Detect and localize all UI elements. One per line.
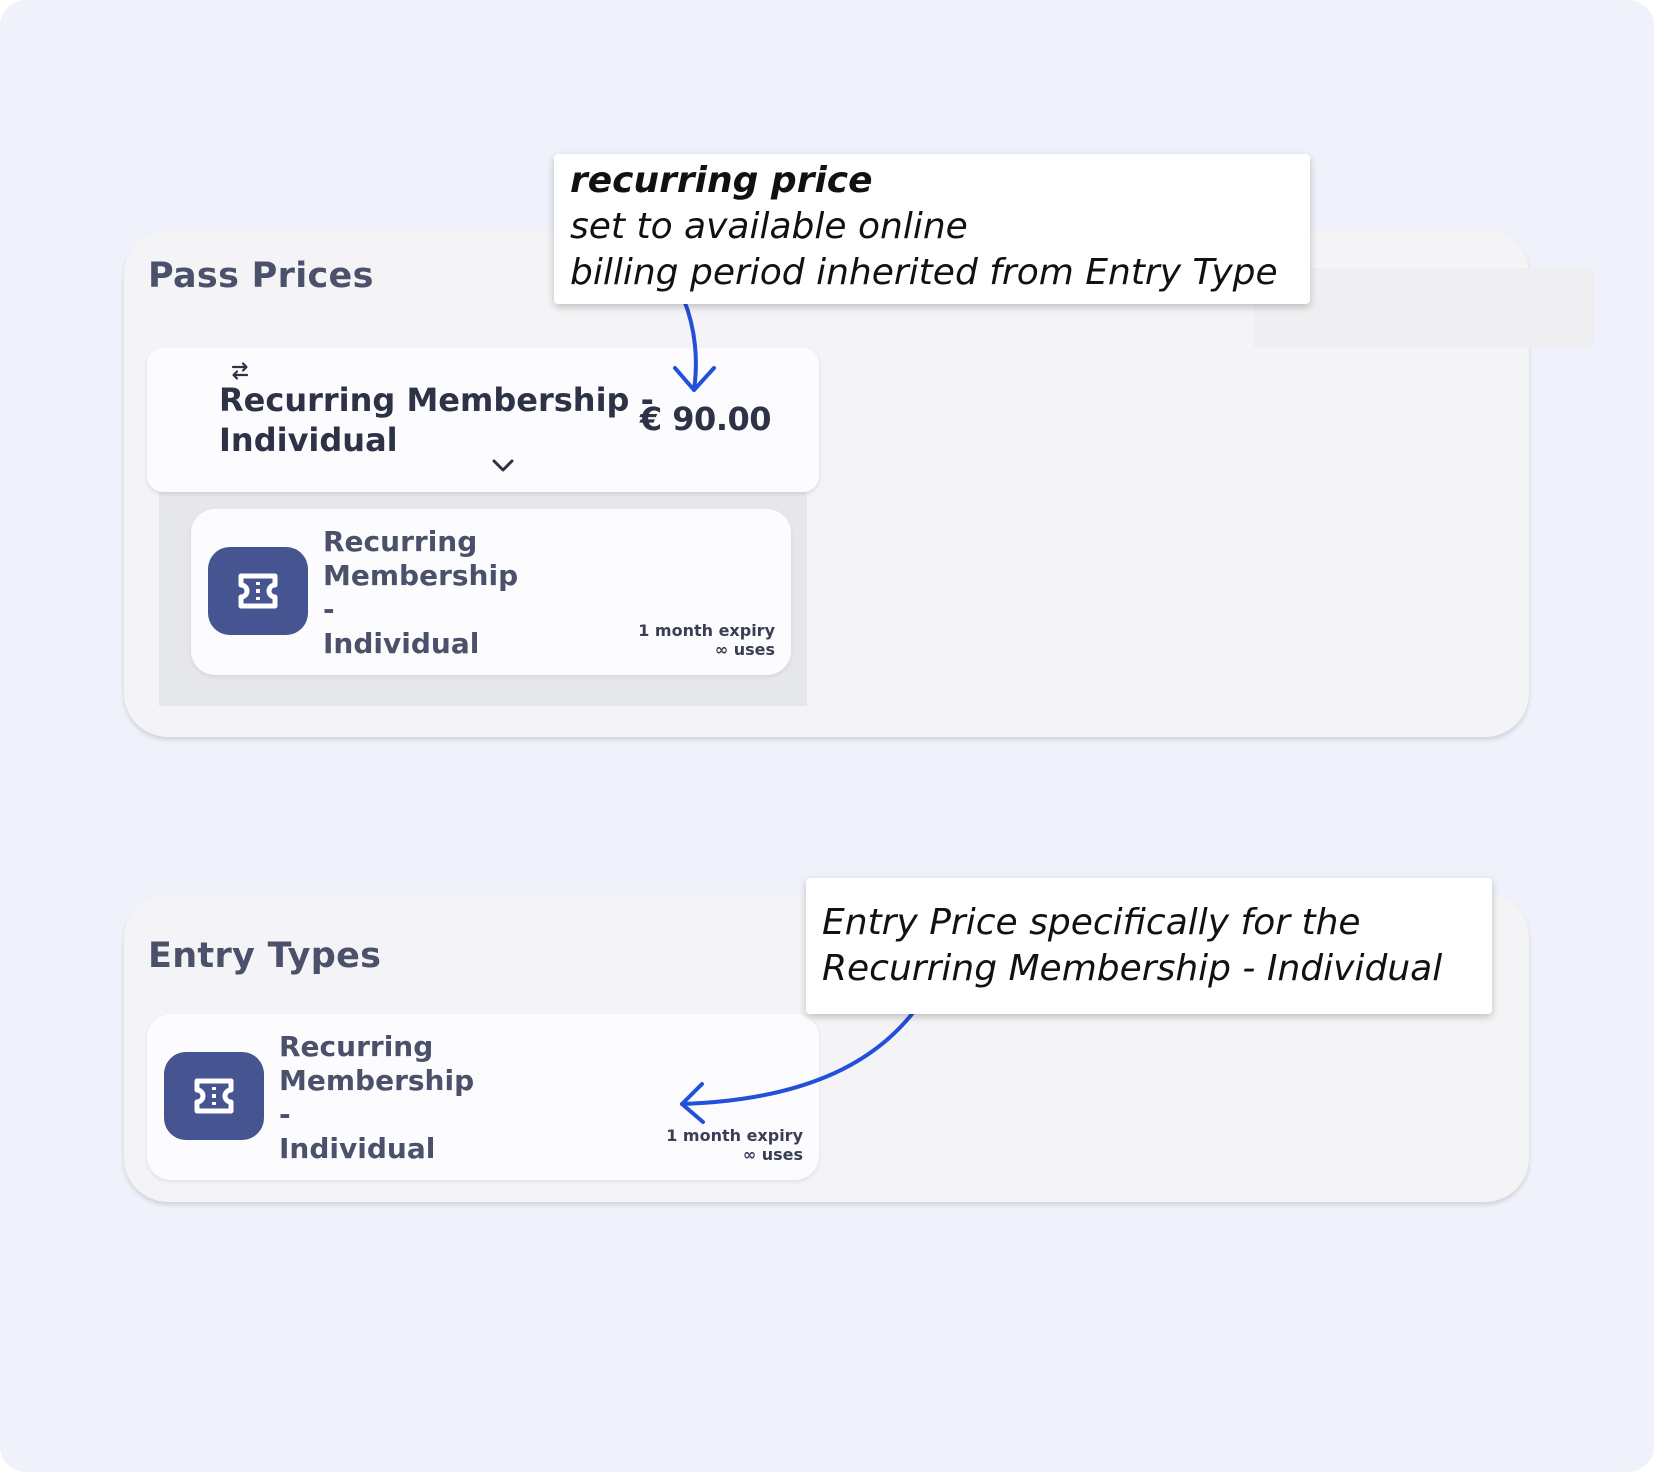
recurring-price-callout: recurring price set to available online …: [554, 154, 1310, 304]
callout-line: billing period inherited from Entry Type: [570, 252, 1278, 293]
recurring-arrow: [682, 298, 698, 392]
entry-arrow: [680, 1012, 914, 1106]
entry-price-callout: Entry Price specifically for the Recurri…: [806, 878, 1492, 1014]
canvas: Pass Prices Recurring Membership - Indiv…: [0, 0, 1654, 1472]
callout-heading: recurring price: [570, 160, 873, 201]
callout-line: set to available online: [570, 206, 968, 247]
callout-text: Entry Price specifically for the Recurri…: [822, 902, 1443, 989]
